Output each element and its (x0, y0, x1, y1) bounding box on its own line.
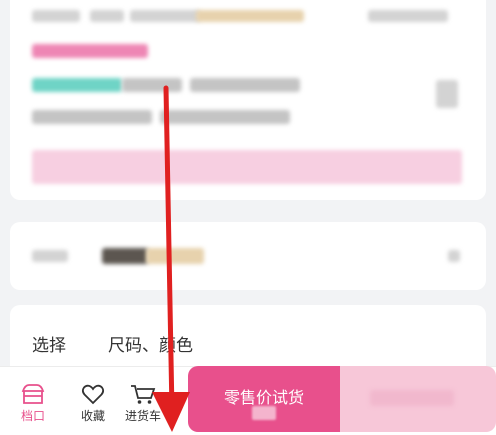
down-arrow-annotation (152, 85, 190, 432)
